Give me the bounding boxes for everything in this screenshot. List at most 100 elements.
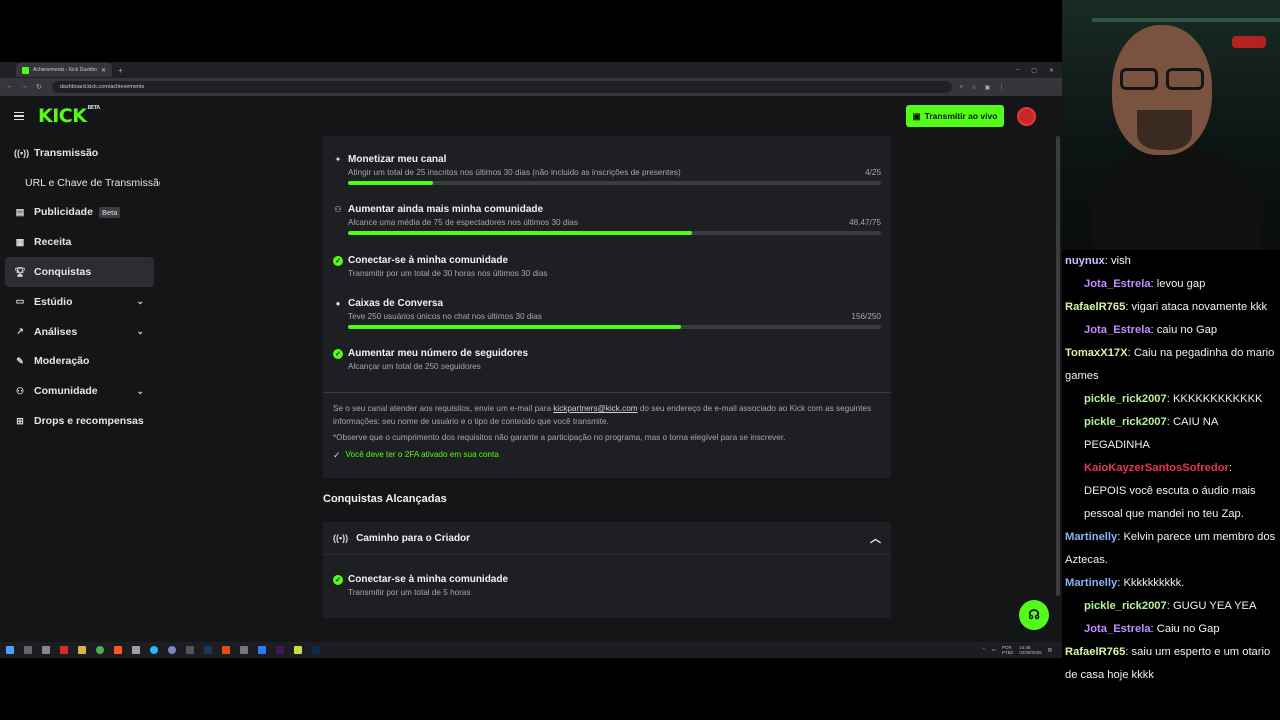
go-live-button[interactable]: ▣ Transmitir ao vivo (906, 105, 1004, 127)
beta-badge: Beta (98, 206, 121, 218)
requirement-item: ✦ Monetizar meu canal Atingir um total de… (333, 154, 881, 185)
check-circle-icon: ✓ (333, 255, 343, 266)
chrome-icon[interactable] (96, 646, 104, 654)
toy-car (1232, 36, 1266, 48)
sidebar-item-estudio[interactable]: ▭ Estúdio ⌄ (0, 287, 160, 317)
app-icon[interactable] (294, 646, 302, 654)
progress-bar (348, 325, 881, 329)
sidebar-item-transmissao[interactable]: ((•)) Transmissão (0, 138, 160, 168)
sidebar-item-comunidade[interactable]: ⚇ Comunidade ⌄ (0, 376, 160, 406)
taskbar-icons (6, 646, 320, 654)
clock[interactable]: 14:48 02/08/2026 (1019, 645, 1042, 655)
forward-icon[interactable]: → (21, 83, 28, 91)
sparkle-icon: ✦ (334, 155, 342, 164)
chat-message: TomaxX17X: Caiu na pegadinha do mario ga… (1065, 347, 1275, 382)
sidebar-item-conquistas[interactable]: 🏆︎ Conquistas (5, 257, 154, 287)
streamer-body (1092, 150, 1262, 250)
background-shelf (1092, 18, 1280, 22)
address-bar: ← → ↻ dashboard.kick.com/achievements ⌕ … (0, 78, 1062, 96)
close-window-icon[interactable]: ✕ (1049, 67, 1054, 74)
app-icon[interactable] (60, 646, 68, 654)
audition-icon[interactable] (204, 646, 212, 654)
app-icon[interactable] (240, 646, 248, 654)
achieved-item: ✓ Conectar-se à minha comunidade Transmit… (333, 574, 881, 597)
app-icon[interactable] (42, 646, 50, 654)
bookmark-star-icon[interactable]: ☆ (971, 84, 976, 91)
windows-start-icon[interactable] (6, 646, 14, 654)
chat-message: Jota_Estrela: caiu no Gap (1084, 324, 1218, 336)
studio-icon: ▭ (15, 296, 25, 307)
browser-tab[interactable]: Achievements - Kick Dashboard ✕ (16, 63, 112, 77)
app-icon[interactable] (222, 646, 230, 654)
checkmark-icon: ✓ (333, 449, 341, 460)
window-controls: – ▢ ✕ (1016, 67, 1054, 74)
scrollbar[interactable] (1056, 136, 1060, 596)
reload-icon[interactable]: ↻ (36, 83, 42, 91)
brave-icon[interactable] (114, 646, 122, 654)
achieved-group-header[interactable]: ((•)) Caminho para o Criador ︿ (323, 522, 891, 555)
new-tab-button[interactable]: + (118, 66, 123, 75)
check-circle-icon: ✓ (333, 348, 343, 359)
extensions-icon[interactable]: ▣ (985, 84, 991, 91)
notifications-icon[interactable]: ▤ (1048, 647, 1052, 653)
broadcast-icon: ((•)) (333, 533, 349, 543)
partner-info: Se o seu canal atender aos requisitos, e… (323, 392, 891, 478)
user-avatar[interactable] (1017, 107, 1036, 126)
language-indicator[interactable]: POR PTB2 (1002, 645, 1013, 655)
sidebar-item-drops[interactable]: ⊞ Drops e recompensas (0, 406, 160, 436)
folder-icon[interactable] (78, 646, 86, 654)
webcam-feed (1062, 0, 1280, 250)
chat-message: RafaelR765: vigari ataca novamente kkk (1065, 301, 1268, 313)
kick-logo[interactable]: KICKBETA (38, 105, 100, 127)
premiere-icon[interactable] (276, 646, 284, 654)
beard (1137, 110, 1192, 150)
progress-bar (348, 231, 881, 235)
menu-dots-icon[interactable]: ⋮ (998, 84, 1004, 91)
close-tab-icon[interactable]: ✕ (101, 67, 106, 74)
sidebar-item-receita[interactable]: ▦ Receita (0, 227, 160, 257)
url-input[interactable]: dashboard.kick.com/achievements (51, 81, 952, 93)
ad-icon: ▤ (15, 206, 25, 217)
help-chat-button[interactable]: ☊ (1019, 600, 1049, 630)
task-view-icon[interactable] (24, 646, 32, 654)
display-icon[interactable]: ▭ (992, 647, 996, 653)
maximize-icon[interactable]: ▢ (1031, 67, 1037, 74)
url-text: dashboard.kick.com/achievements (59, 84, 145, 90)
chat-message: Jota_Estrela: Caiu no Gap (1084, 623, 1220, 635)
sidebar-item-url-chave[interactable]: URL e Chave de Transmissão (0, 168, 160, 198)
minimize-icon[interactable]: – (1016, 67, 1019, 74)
back-icon[interactable]: ← (6, 83, 13, 91)
users-icon: ⚇ (334, 205, 342, 214)
moderation-icon: ✎ (16, 355, 24, 366)
hamburger-menu-icon[interactable] (14, 111, 24, 121)
sidebar-item-moderacao[interactable]: ✎ Moderação (0, 347, 160, 377)
glasses (1120, 68, 1210, 90)
achieved-section-title: Conquistas Alcançadas (323, 493, 447, 505)
partner-email-link[interactable]: kickpartners@kick.com (553, 404, 637, 413)
requirement-item: ✓ Conectar-se à minha comunidade Transmit… (333, 255, 881, 278)
chat-message: RafaelR765: saiu um esperto e um otario … (1065, 646, 1271, 681)
tray-chevron-icon[interactable]: ⌃ (982, 647, 986, 653)
revenue-icon: ▦ (15, 236, 25, 247)
broadcast-icon: ((•)) (14, 147, 30, 158)
screen: { "browser": { "tab_title": "Achievement… (0, 0, 1280, 720)
progress-count: 4/25 (865, 168, 881, 177)
chevron-down-icon: ⌄ (136, 326, 144, 337)
chat-message: pickle_rick2007: KKKKKKKKKKKK (1084, 393, 1263, 405)
app-icon[interactable] (150, 646, 158, 654)
requirement-item: ● Caixas de Conversa Teve 250 usuários ún… (333, 298, 881, 329)
chevron-up-icon[interactable]: ︿ (870, 530, 881, 546)
app-icon[interactable] (132, 646, 140, 654)
zoom-icon[interactable]: ⌕ (960, 84, 963, 91)
nav-buttons: ← → ↻ (6, 83, 42, 91)
app-icon[interactable] (186, 646, 194, 654)
system-tray: ⌃ ▭ POR PTB2 14:48 02/08/2026 ▤ (982, 645, 1052, 655)
sidebar-item-publicidade[interactable]: ▤ Publicidade Beta (0, 198, 160, 228)
chat-message: pickle_rick2007: CAIU NA PEGADINHA (1084, 416, 1218, 451)
discord-icon[interactable] (168, 646, 176, 654)
chat-message: pickle_rick2007: GUGU YEA YEA (1084, 600, 1257, 612)
camera-icon: ▣ (912, 110, 921, 121)
sidebar-item-analises[interactable]: ↗ Análises ⌄ (0, 317, 160, 347)
photoshop-icon[interactable] (312, 646, 320, 654)
app-icon[interactable] (258, 646, 266, 654)
